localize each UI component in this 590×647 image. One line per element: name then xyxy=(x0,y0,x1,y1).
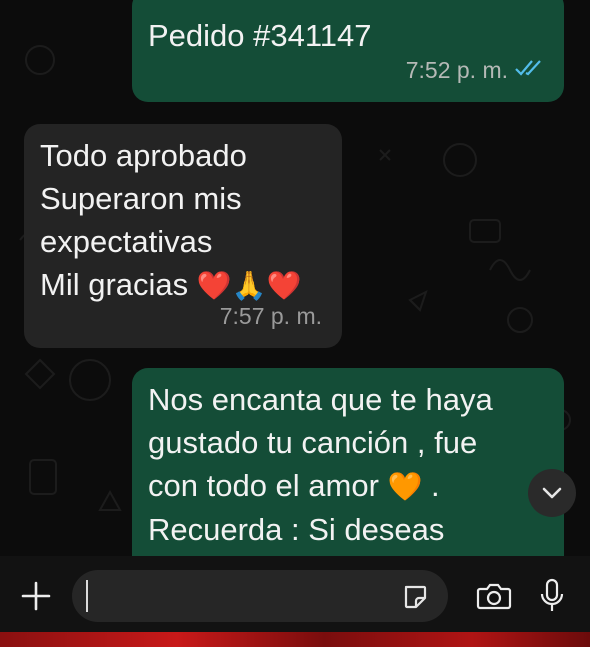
message-time: 7:57 p. m. xyxy=(219,303,322,329)
outgoing-message[interactable]: Nos encanta que te haya gustado tu canci… xyxy=(132,368,564,556)
message-text: con todo el amor xyxy=(148,468,379,503)
double-check-icon xyxy=(514,49,544,92)
message-meta: 7:57 p. m. xyxy=(220,295,322,338)
background-strip xyxy=(0,632,590,647)
message-text-line: Recuerda : Si deseas xyxy=(148,512,445,547)
message-text: Mil gracias xyxy=(40,267,189,302)
camera-button[interactable] xyxy=(472,574,516,618)
scroll-to-bottom-button[interactable] xyxy=(528,469,576,517)
plus-icon xyxy=(21,581,51,611)
message-text-line: Nos encanta que te haya xyxy=(148,382,493,417)
message-text-line: Superaron mis xyxy=(40,181,242,216)
message-time: 7:52 p. m. xyxy=(405,57,508,83)
camera-icon xyxy=(476,583,512,610)
message-text-line: gustado tu canción , fue xyxy=(148,425,478,460)
orange-heart-emoji: 🧡 xyxy=(387,470,423,503)
message-input[interactable] xyxy=(72,570,448,622)
message-text-line: con todo el amor 🧡 . xyxy=(148,464,564,508)
message-text-line: expectativas xyxy=(40,224,213,259)
microphone-icon xyxy=(540,578,564,611)
chevron-down-icon xyxy=(542,487,562,499)
message-text: . xyxy=(431,468,440,503)
text-caret xyxy=(86,580,88,612)
message-text-line: Todo aprobado xyxy=(40,138,247,173)
message-meta: 7:52 p. m. xyxy=(406,49,544,92)
sticker-button[interactable] xyxy=(398,580,432,614)
sticker-icon xyxy=(404,585,427,609)
outgoing-message[interactable]: Pedido #341147 7:52 p. m. xyxy=(132,0,564,102)
microphone-button[interactable] xyxy=(530,572,574,620)
chat-area: Pedido #341147 7:52 p. m. Todo aprobado … xyxy=(0,0,590,556)
incoming-message[interactable]: Todo aprobado Superaron mis expectativas… xyxy=(24,124,342,348)
attach-button[interactable] xyxy=(14,574,58,618)
